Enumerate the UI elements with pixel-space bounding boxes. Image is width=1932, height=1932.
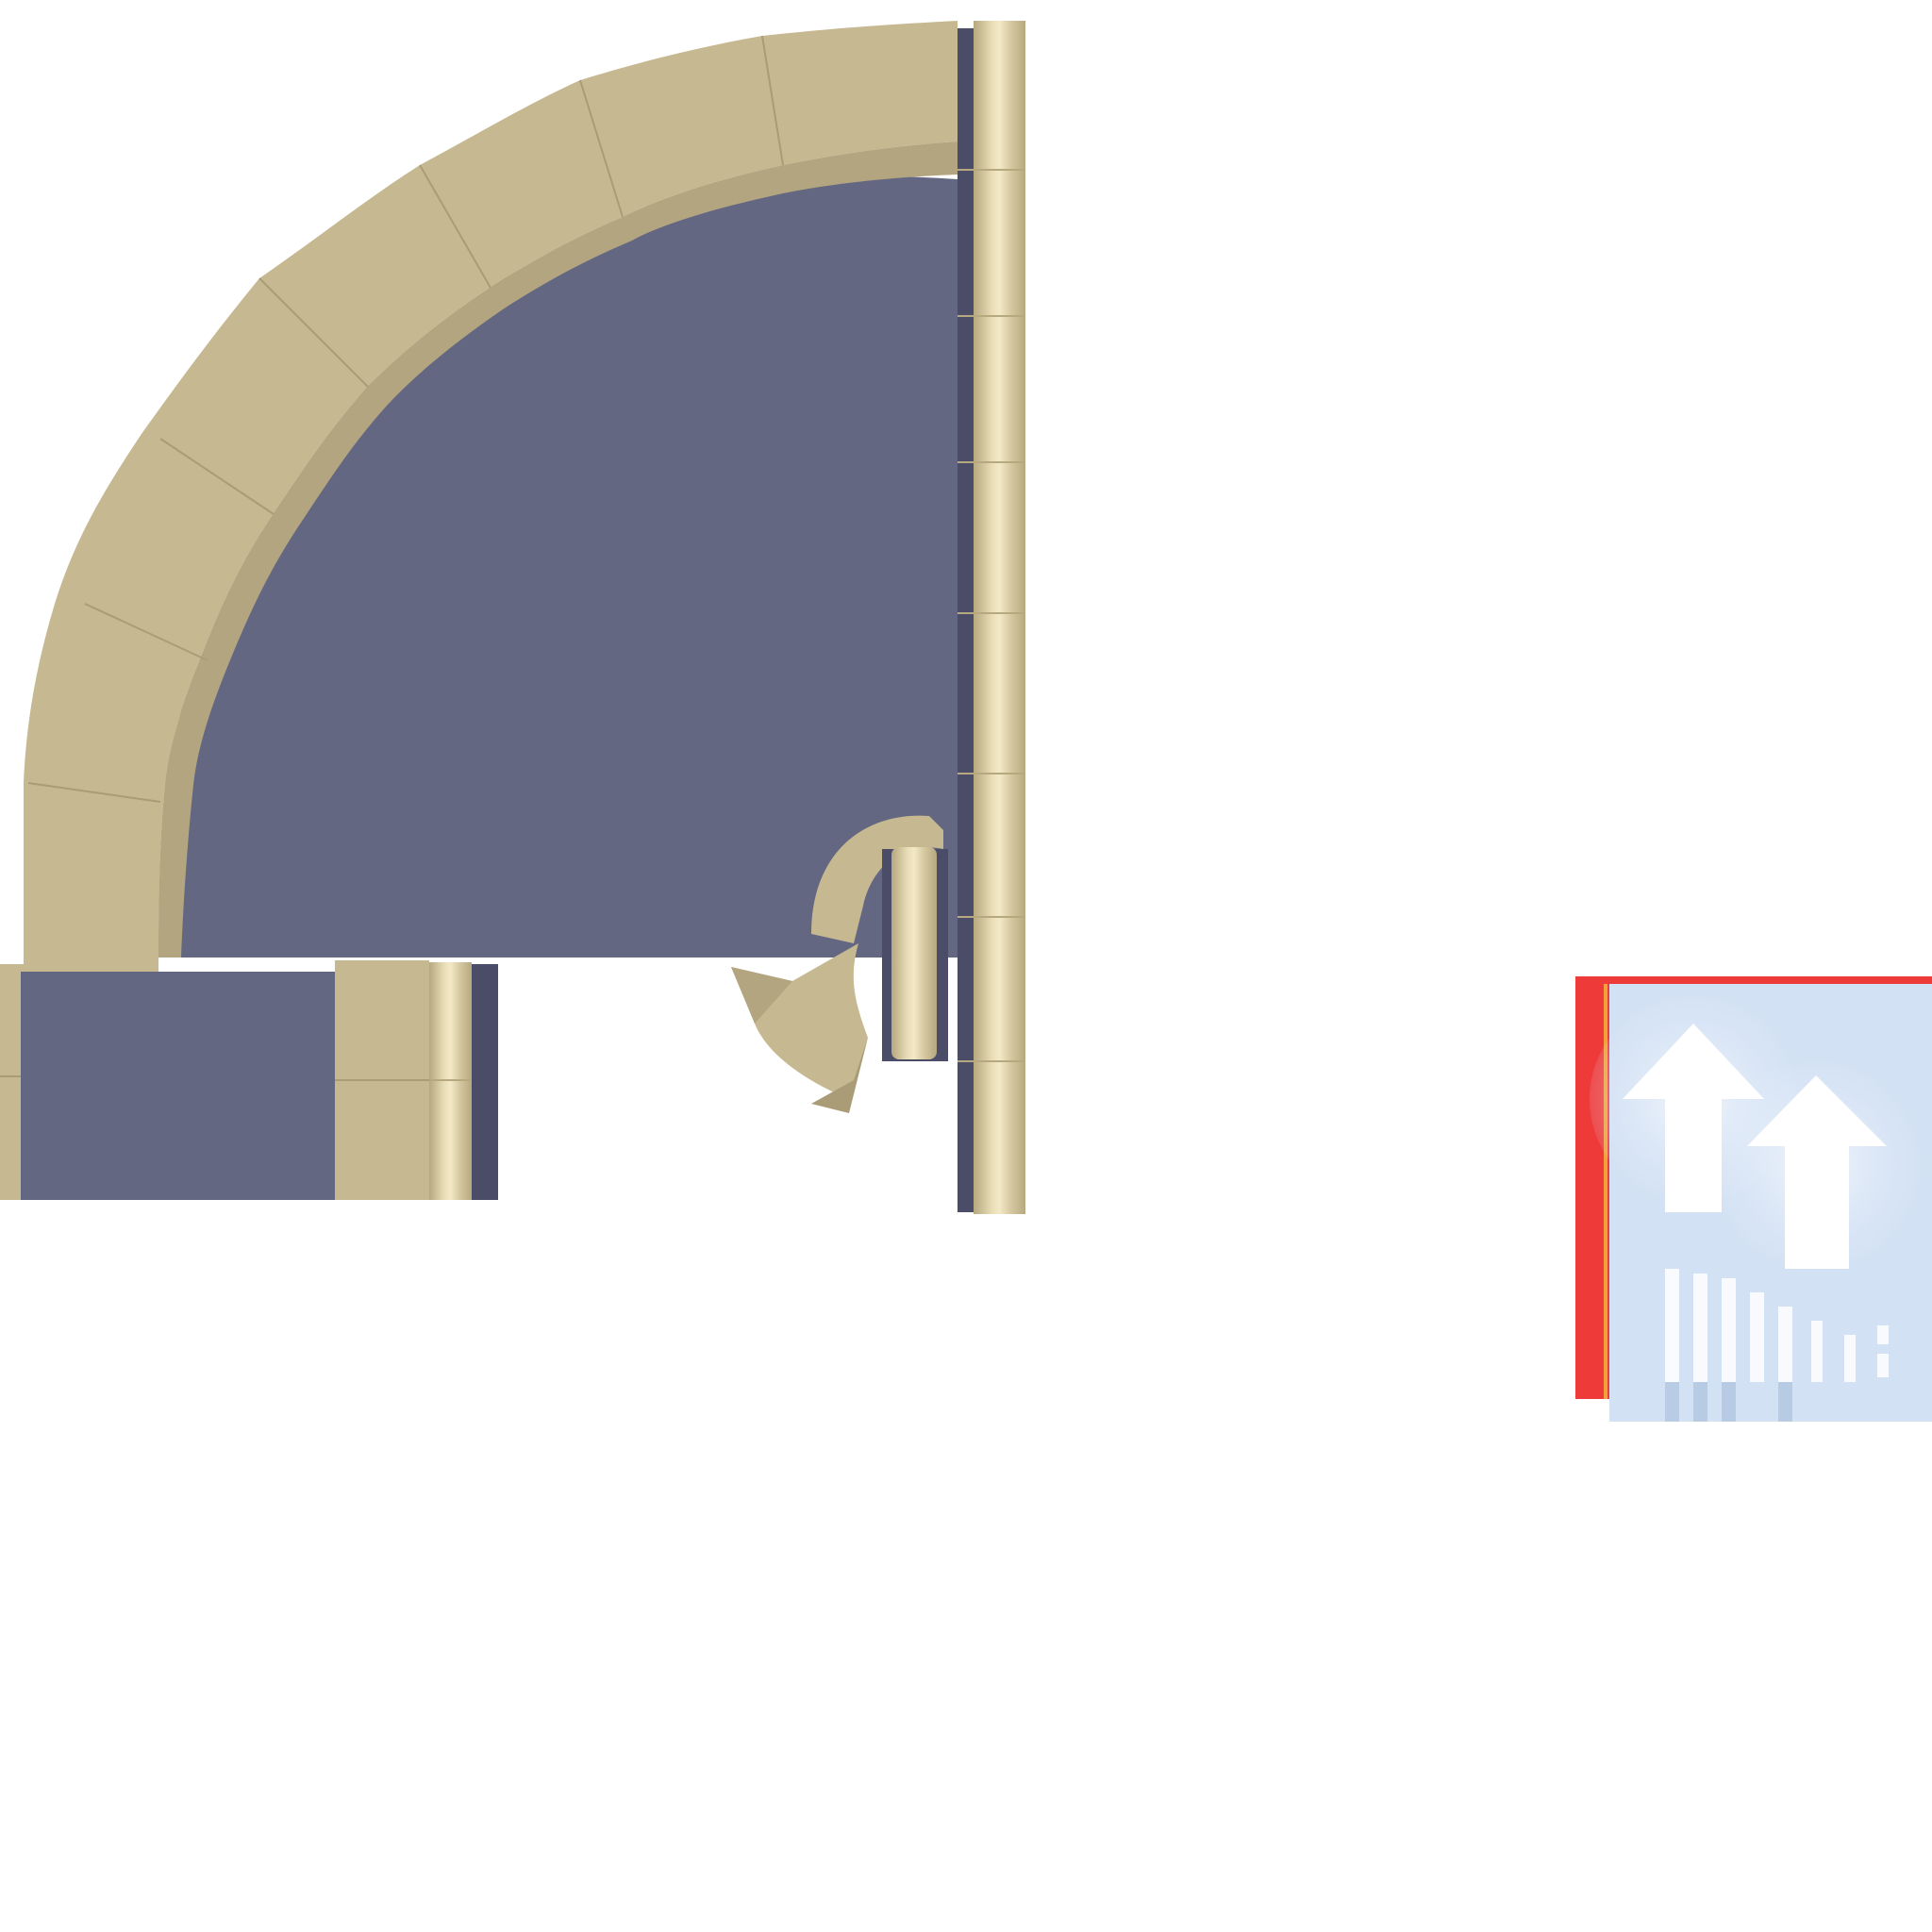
texture-atlas (0, 0, 1932, 1932)
left-wall-stub (0, 964, 24, 1200)
doorway-pillar (891, 847, 937, 1059)
right-pillar (974, 21, 1025, 1214)
wall-floor-sprite-sheet (0, 21, 1025, 1214)
quarter-round-stone (731, 943, 868, 1099)
lower-floor (21, 972, 341, 1200)
upgrade-icon (1575, 976, 1932, 1422)
